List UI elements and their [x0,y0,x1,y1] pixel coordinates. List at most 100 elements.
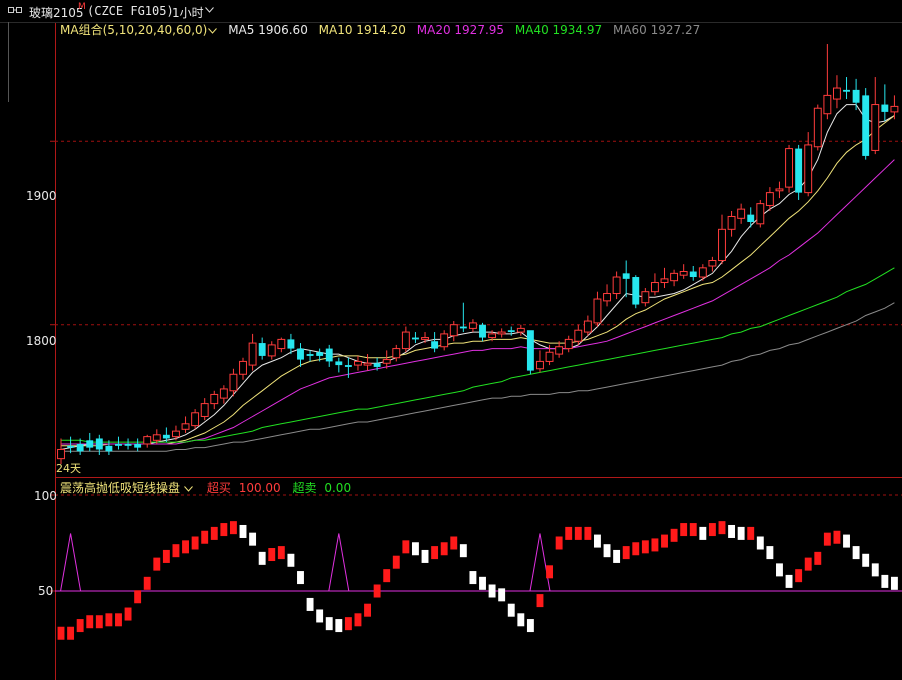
oscillator-bar [718,521,726,535]
oscillator-bar [536,594,544,608]
candle-body [689,271,697,278]
oscillator-bar [277,546,285,560]
ma-group-label[interactable]: MA组合(5,10,20,40,60,0) [60,23,207,37]
signal-marker [328,533,350,592]
candle-body [258,343,266,356]
chart-canvas[interactable] [0,0,902,680]
oscillator-bar [747,526,755,540]
candle-body [449,324,458,337]
oscillator-bar [182,540,189,554]
oscillator-bar [594,534,601,548]
candle-body [287,339,295,349]
candle-body [210,393,219,405]
candle-body [143,436,152,445]
candle-body [95,438,103,450]
oscillator-bar [469,571,477,585]
oscillator-bar [411,542,419,556]
oscillator-bar [613,549,621,563]
oscillator-bar [814,551,822,565]
oscillator-bar [699,526,707,540]
candle-body [354,360,362,366]
signal-marker [60,533,82,592]
candle-body [152,434,161,441]
candle-body [775,188,784,192]
candle-body [191,412,200,427]
oscillator-bar [833,530,841,544]
oscillator-bar [76,619,84,633]
candle-body [603,293,611,302]
candle-body [488,333,497,339]
indicator-name[interactable]: 震荡高抛低吸短线操盘 [60,481,180,495]
oscillator-bar [172,544,180,558]
candle-body [316,352,324,356]
candle-body [363,362,372,366]
sidebar-handle[interactable] [0,22,9,102]
oscillator-bar [450,536,458,550]
candle-body [583,320,592,333]
oscillator-bar [402,540,410,554]
oscillator-bar [584,526,592,540]
candle-body [431,341,439,349]
candle-body [115,443,122,446]
candle-body [219,388,228,399]
oscillator-bar [306,597,314,611]
oscillator-bar [488,584,496,598]
candle-body [756,203,765,225]
candle-body [411,337,419,340]
candle-body [852,89,860,103]
candle-body [881,104,889,112]
candle-body [267,344,276,357]
oscillator-bar [661,534,668,548]
candle-body [785,148,793,188]
oscillator-bar [124,607,132,621]
chevron-down-icon[interactable] [205,7,214,13]
oscillator-bar [632,542,640,556]
oscillator-bar [651,538,659,552]
oscillator-bar [708,523,716,537]
candle-body [843,89,850,92]
oscillator-bar [431,546,439,560]
candle-body [536,360,544,370]
chevron-down-icon[interactable] [184,486,193,492]
oversell-label: 超卖 [292,481,317,495]
candle-body [804,144,813,194]
candle-body [641,291,650,304]
candle-body [747,214,755,222]
oscillator-bar [67,626,75,640]
oscillator-bar [546,565,554,579]
candle-body [392,348,401,359]
candle-body [382,359,391,364]
ma40-value: MA40 1934.97 [514,23,603,37]
oscillator-bar [115,613,122,627]
candle-body [823,94,832,115]
candle-body [708,260,717,267]
oscillator-bar [210,526,218,540]
oscillator-bar [143,576,151,590]
window-icon[interactable] [8,7,22,14]
candle-body [248,342,257,366]
candle-body [440,333,449,348]
candle-body [890,105,899,113]
oscillator-bar [785,574,793,588]
oscillator-bar [862,553,870,567]
oscillator-bar [335,619,343,633]
oscillator-bar [766,546,774,560]
oscillator-bar [555,536,563,550]
oscillator-bar [517,613,525,627]
candle-body [660,278,669,284]
candle-body [76,443,84,452]
candle-body [545,351,554,362]
candle-body [57,448,65,460]
candle-body [574,329,583,342]
oscillator-bar [622,546,630,560]
oscillator-bar [526,619,534,633]
candle-body [373,363,381,367]
symbol-name[interactable]: 玻璃2105 [29,4,84,21]
period-selector[interactable]: 1小时 [172,4,204,21]
oscillator-bar [229,521,237,535]
oscillator-bar [268,548,276,562]
oscillator-bar [287,553,295,567]
chevron-down-icon[interactable] [208,28,218,34]
oscillator-bar [823,532,831,546]
ma40-line [61,267,895,443]
